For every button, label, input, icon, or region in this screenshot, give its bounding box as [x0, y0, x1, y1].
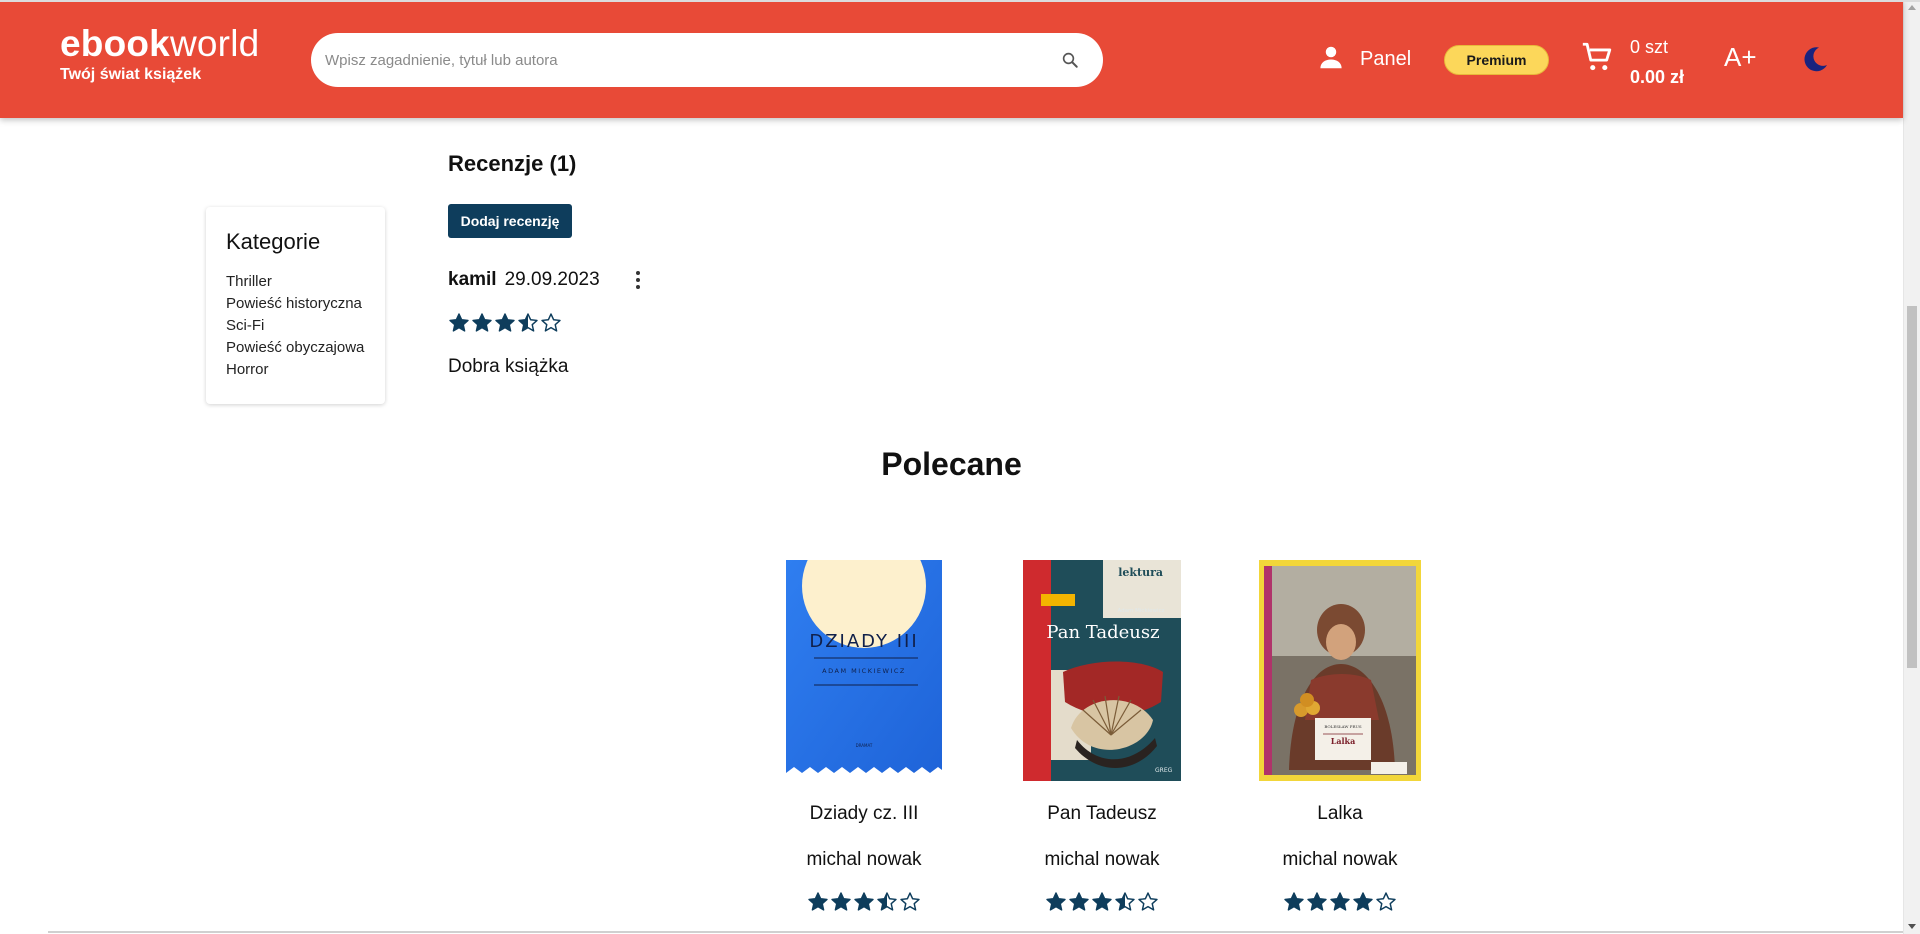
logo-subtitle: Twój świat książek: [60, 66, 202, 83]
book-cover-art: BOLESŁAW PRUS Lalka: [1259, 560, 1421, 781]
cart-total: 0.00 zł: [1630, 67, 1685, 87]
star-full-icon: [1330, 892, 1350, 911]
cover-publisher-text: DRAMAT: [856, 743, 873, 748]
book-title[interactable]: Lalka: [1250, 803, 1430, 825]
star-full-icon: [1092, 892, 1112, 911]
font-size-button[interactable]: A+: [1724, 42, 1757, 73]
book-title[interactable]: Pan Tadeusz: [1012, 803, 1192, 825]
category-item[interactable]: Thriller: [226, 271, 365, 293]
star-full-icon: [1069, 892, 1089, 911]
cover-author-text: ADAM MICKIEWICZ: [822, 667, 906, 675]
cover-publisher-text: GREG: [1155, 767, 1173, 774]
star-empty-icon: [1138, 892, 1158, 911]
star-full-icon: [854, 892, 874, 911]
star-full-icon: [1353, 892, 1373, 911]
recommended-book-dziady[interactable]: DZIADY III ADAM MICKIEWICZ DRAMAT Dziady…: [774, 560, 954, 913]
page-scrollbar[interactable]: [1903, 0, 1920, 934]
logo-title-bold: ebook: [60, 23, 170, 64]
category-item[interactable]: Horror: [226, 359, 365, 381]
cart-count: 0 szt: [1630, 37, 1669, 57]
scroll-up-arrow-icon[interactable]: [1908, 5, 1916, 10]
star-full-icon: [831, 892, 851, 911]
category-item[interactable]: Powieść obyczajowa: [226, 337, 365, 359]
book-title[interactable]: Dziady cz. III: [774, 803, 954, 825]
review-date: 29.09.2023: [504, 269, 600, 290]
star-full-icon: [495, 313, 515, 332]
category-item[interactable]: Sci-Fi: [226, 315, 365, 337]
top-header: ebookworld Twój świat książek Panel Prem…: [0, 0, 1903, 118]
moon-icon[interactable]: [1800, 44, 1830, 74]
logo-title-rest: world: [169, 23, 260, 64]
more-options-icon[interactable]: [628, 268, 648, 292]
star-half-icon: [1115, 892, 1135, 911]
cover-title-text: DZIADY III: [809, 631, 918, 652]
reviews-title: Recenzje (1): [448, 151, 577, 176]
star-full-icon: [472, 313, 492, 332]
star-full-icon: [449, 313, 469, 332]
categories-title: Kategorie: [226, 229, 321, 254]
cart-icon[interactable]: [1580, 40, 1614, 74]
book-author: michal nowak: [1044, 849, 1160, 870]
book-cover[interactable]: BOLESŁAW PRUS Lalka: [1259, 560, 1421, 781]
review-header: kamil 29.09.2023: [448, 268, 648, 292]
review-text: Dobra książka: [448, 356, 569, 377]
book-cover-art: lektura Adam Mickiewicz Pan Tadeusz GREG: [1023, 560, 1181, 781]
scrollbar-thumb[interactable]: [1907, 306, 1917, 668]
star-full-icon: [1307, 892, 1327, 911]
book-author: michal nowak: [1282, 849, 1398, 870]
recommended-book-lalka[interactable]: BOLESŁAW PRUS Lalka Lalka michal nowak: [1250, 560, 1430, 913]
star-empty-icon: [1376, 892, 1396, 911]
add-review-button[interactable]: Dodaj recenzję: [448, 204, 572, 238]
cover-top-text: lektura: [1118, 566, 1163, 579]
star-full-icon: [1284, 892, 1304, 911]
star-empty-icon: [900, 892, 920, 911]
book-cover[interactable]: DZIADY III ADAM MICKIEWICZ DRAMAT: [786, 560, 942, 781]
recommended-title: Polecane: [881, 446, 1022, 482]
book-cover-art: DZIADY III ADAM MICKIEWICZ DRAMAT: [786, 560, 942, 781]
search-bar: [311, 33, 1103, 87]
star-half-icon: [518, 313, 538, 332]
scroll-down-arrow-icon[interactable]: [1908, 924, 1916, 929]
cover-author-text: BOLESŁAW PRUS: [1324, 724, 1361, 729]
category-item[interactable]: Powieść historyczna: [226, 293, 365, 315]
premium-button[interactable]: Premium: [1444, 45, 1549, 75]
logo-title: ebookworld: [60, 24, 259, 64]
window-top-border: [0, 0, 1920, 2]
book-author: michal nowak: [806, 849, 922, 870]
star-full-icon: [808, 892, 828, 911]
panel-button[interactable]: Panel: [1316, 42, 1411, 76]
cart-summary[interactable]: 0 szt 0.00 zł: [1630, 32, 1684, 92]
book-rating: [774, 891, 954, 913]
book-rating: [1012, 891, 1192, 913]
book-rating: [1250, 891, 1430, 913]
cover-author-text: Adam Mickiewicz: [1118, 608, 1165, 614]
logo[interactable]: ebookworld Twój świat książek: [60, 24, 259, 84]
book-cover[interactable]: lektura Adam Mickiewicz Pan Tadeusz GREG: [1023, 560, 1181, 781]
categories-list: Thriller Powieść historyczna Sci-Fi Powi…: [226, 271, 365, 381]
cover-title-text: Pan Tadeusz: [1046, 622, 1159, 643]
panel-label: Panel: [1360, 47, 1412, 70]
review-rating: [448, 312, 562, 334]
star-half-icon: [877, 892, 897, 911]
review-author: kamil: [448, 269, 497, 290]
bottom-divider: [48, 931, 1903, 933]
cover-title-text: Lalka: [1331, 736, 1356, 746]
star-full-icon: [1046, 892, 1066, 911]
star-empty-icon: [541, 313, 561, 332]
search-icon[interactable]: [1059, 49, 1081, 71]
person-icon: [1316, 42, 1346, 77]
categories-panel: Kategorie Thriller Powieść historyczna S…: [206, 207, 385, 404]
recommended-book-pan-tadeusz[interactable]: lektura Adam Mickiewicz Pan Tadeusz GREG…: [1012, 560, 1192, 913]
search-input[interactable]: [325, 51, 1059, 69]
